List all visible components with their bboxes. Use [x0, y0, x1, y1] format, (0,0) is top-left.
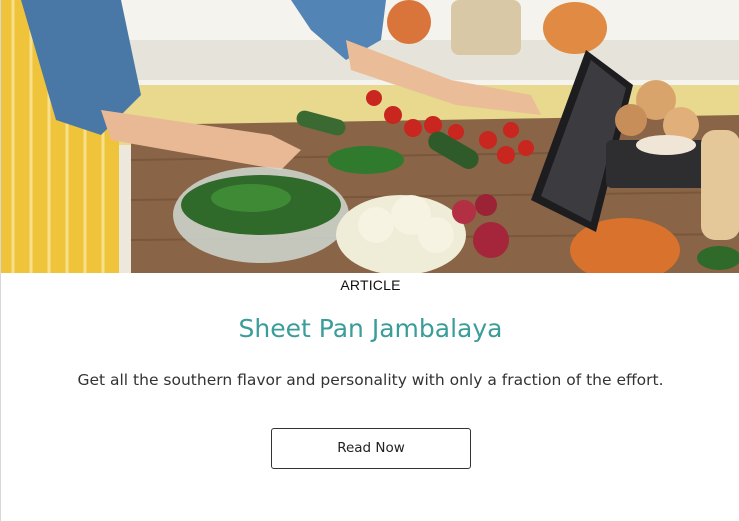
article-card: ARTICLE Sheet Pan Jambalaya Get all the …	[0, 0, 739, 521]
hero-image	[1, 0, 739, 273]
article-description: Get all the southern flavor and personal…	[77, 371, 664, 389]
read-now-button[interactable]: Read Now	[271, 428, 471, 469]
content-type-label: ARTICLE	[340, 277, 401, 293]
article-title[interactable]: Sheet Pan Jambalaya	[1, 314, 739, 343]
